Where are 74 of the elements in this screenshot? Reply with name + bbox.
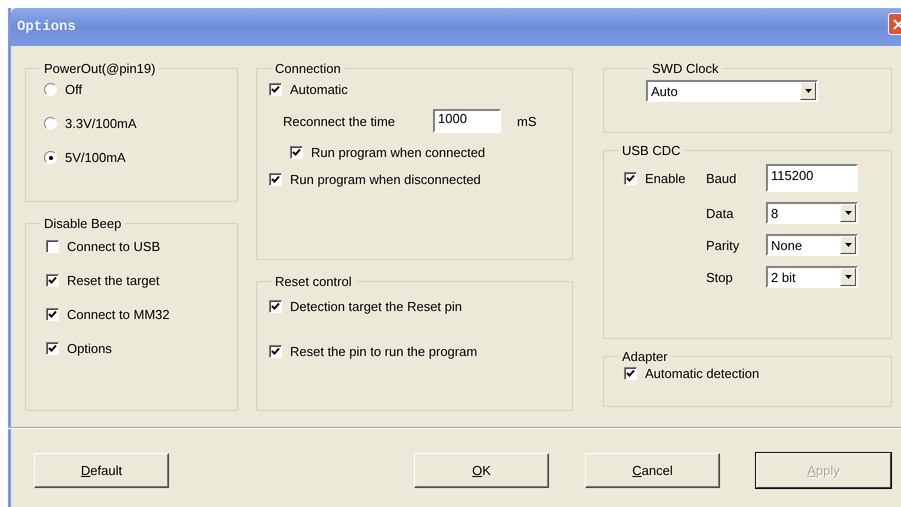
close-icon xyxy=(893,18,901,30)
checkbox[interactable] xyxy=(46,274,59,288)
dialog-button[interactable]: OK xyxy=(414,453,549,488)
dropdown[interactable]: Auto xyxy=(646,80,818,102)
group-label: Adapter xyxy=(621,349,669,364)
dropdown[interactable]: 8 xyxy=(766,202,858,224)
checkbox-label: Run program when connected xyxy=(311,145,486,160)
dialog-button[interactable]: Default xyxy=(34,453,169,488)
input-field[interactable]: 115200 xyxy=(766,164,858,192)
checkbox[interactable] xyxy=(624,367,637,380)
group-label: Disable Beep xyxy=(43,216,122,232)
checkbox-label: Automatic xyxy=(290,82,348,97)
checkbox-label: Connect to USB xyxy=(67,239,160,254)
dropdown-value: 2 bit xyxy=(771,270,796,284)
radio-label: 5V/100mA xyxy=(65,150,126,165)
checkbox[interactable] xyxy=(269,173,282,186)
checkmark-icon xyxy=(292,148,301,157)
checkbox[interactable] xyxy=(269,300,282,313)
radio-label: 3.3V/100mA xyxy=(65,116,137,131)
checkmark-icon xyxy=(48,344,57,354)
unit-label: mS xyxy=(517,114,536,128)
group-label: USB CDC xyxy=(621,143,682,158)
field-label: Baud xyxy=(706,170,738,186)
caret-icon xyxy=(844,275,852,279)
checkmark-icon xyxy=(271,346,280,356)
checkmark-icon xyxy=(626,174,635,182)
group-label: SWD Clock xyxy=(651,61,720,76)
dropdown[interactable]: 2 bit xyxy=(766,266,858,288)
caret-icon xyxy=(844,243,852,247)
checkbox-label: Enable xyxy=(645,170,686,186)
checkmark-icon xyxy=(271,302,280,311)
caret-icon xyxy=(844,211,852,215)
dropdown-button[interactable] xyxy=(840,204,856,222)
checkbox-label: Reset the pin to run the program xyxy=(290,344,478,359)
dropdown-value: None xyxy=(771,238,802,252)
radio-button[interactable] xyxy=(44,151,57,164)
dialog-button[interactable]: Cancel xyxy=(585,453,720,488)
checkmark-icon xyxy=(626,369,635,378)
checkmark-icon xyxy=(271,175,280,184)
checkbox-label: Run program when disconnected xyxy=(290,172,481,187)
dropdown-value: 8 xyxy=(771,206,778,220)
field-label: Data xyxy=(706,206,734,220)
checkbox[interactable] xyxy=(269,344,282,358)
radio-button[interactable] xyxy=(44,83,57,96)
group-label: Connection xyxy=(274,61,342,76)
field-label: Stop xyxy=(706,270,734,284)
dropdown-button[interactable] xyxy=(840,268,856,286)
dropdown-value: Auto xyxy=(651,84,678,98)
checkmark-icon xyxy=(48,310,57,320)
checkbox-label: Options xyxy=(67,341,112,356)
checkbox[interactable] xyxy=(624,172,637,184)
checkbox[interactable] xyxy=(46,240,59,254)
checkmark-icon xyxy=(271,85,280,94)
checkmark-icon xyxy=(48,276,57,286)
caret-icon xyxy=(804,89,812,93)
field-label: Reconnect the time xyxy=(283,114,396,128)
radio-button[interactable] xyxy=(44,117,57,130)
dropdown[interactable]: None xyxy=(766,234,858,256)
checkbox-label: Detection target the Reset pin xyxy=(290,298,462,314)
checkbox-label: Reset the target xyxy=(67,273,160,288)
window-title: Options xyxy=(17,19,76,35)
checkbox[interactable] xyxy=(46,308,59,322)
radio-label: Off xyxy=(65,82,82,97)
dropdown-button[interactable] xyxy=(840,236,856,254)
field-label: Parity xyxy=(706,238,740,252)
checkbox-label: Automatic detection xyxy=(645,366,760,381)
checkbox-label: Connect to MM32 xyxy=(67,307,170,322)
checkbox[interactable] xyxy=(269,83,282,96)
input-field[interactable]: 1000 xyxy=(433,109,501,133)
checkbox[interactable] xyxy=(46,342,59,356)
dropdown-button[interactable] xyxy=(800,82,816,100)
checkbox[interactable] xyxy=(290,146,303,159)
group-label: Reset control xyxy=(274,274,353,289)
group-label: PowerOut(@pin19) xyxy=(43,61,156,76)
